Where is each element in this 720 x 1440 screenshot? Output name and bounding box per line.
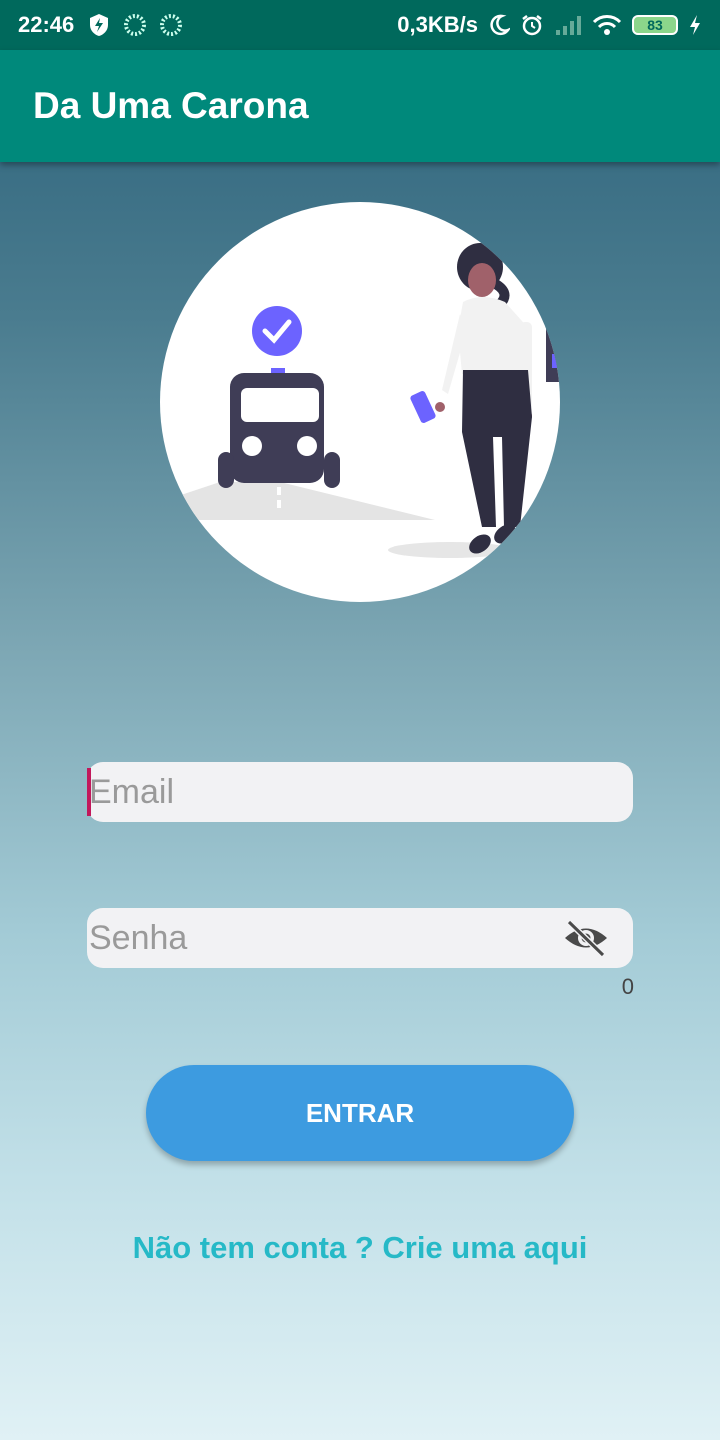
password-field[interactable] — [87, 908, 633, 968]
login-button[interactable]: ENTRAR — [146, 1065, 574, 1161]
status-time: 22:46 — [18, 12, 75, 37]
shield-bolt-icon — [88, 13, 110, 37]
spinner-icon — [160, 14, 183, 36]
app-bar: Da Uma Carona — [0, 50, 720, 162]
signal-icon — [554, 14, 582, 36]
network-speed: 0,3KB/s — [397, 12, 478, 37]
alarm-icon — [520, 13, 544, 37]
eye-off-icon[interactable] — [563, 919, 609, 958]
spinner-icon — [124, 14, 147, 36]
signup-link[interactable]: Não tem conta ? Crie uma aqui — [0, 1230, 720, 1266]
email-field[interactable] — [87, 762, 633, 822]
email-input[interactable] — [87, 762, 633, 822]
battery-icon: 83 — [632, 15, 678, 35]
hero-illustration — [160, 202, 560, 602]
text-cursor — [87, 768, 91, 816]
moon-icon — [488, 13, 510, 37]
password-input[interactable] — [87, 908, 633, 968]
app-title: Da Uma Carona — [33, 85, 309, 126]
password-char-counter: 0 — [621, 974, 634, 999]
status-bar: 22:46 0,3KB/s 83 — [0, 0, 720, 50]
wifi-icon — [592, 14, 622, 36]
charging-icon — [688, 14, 702, 36]
